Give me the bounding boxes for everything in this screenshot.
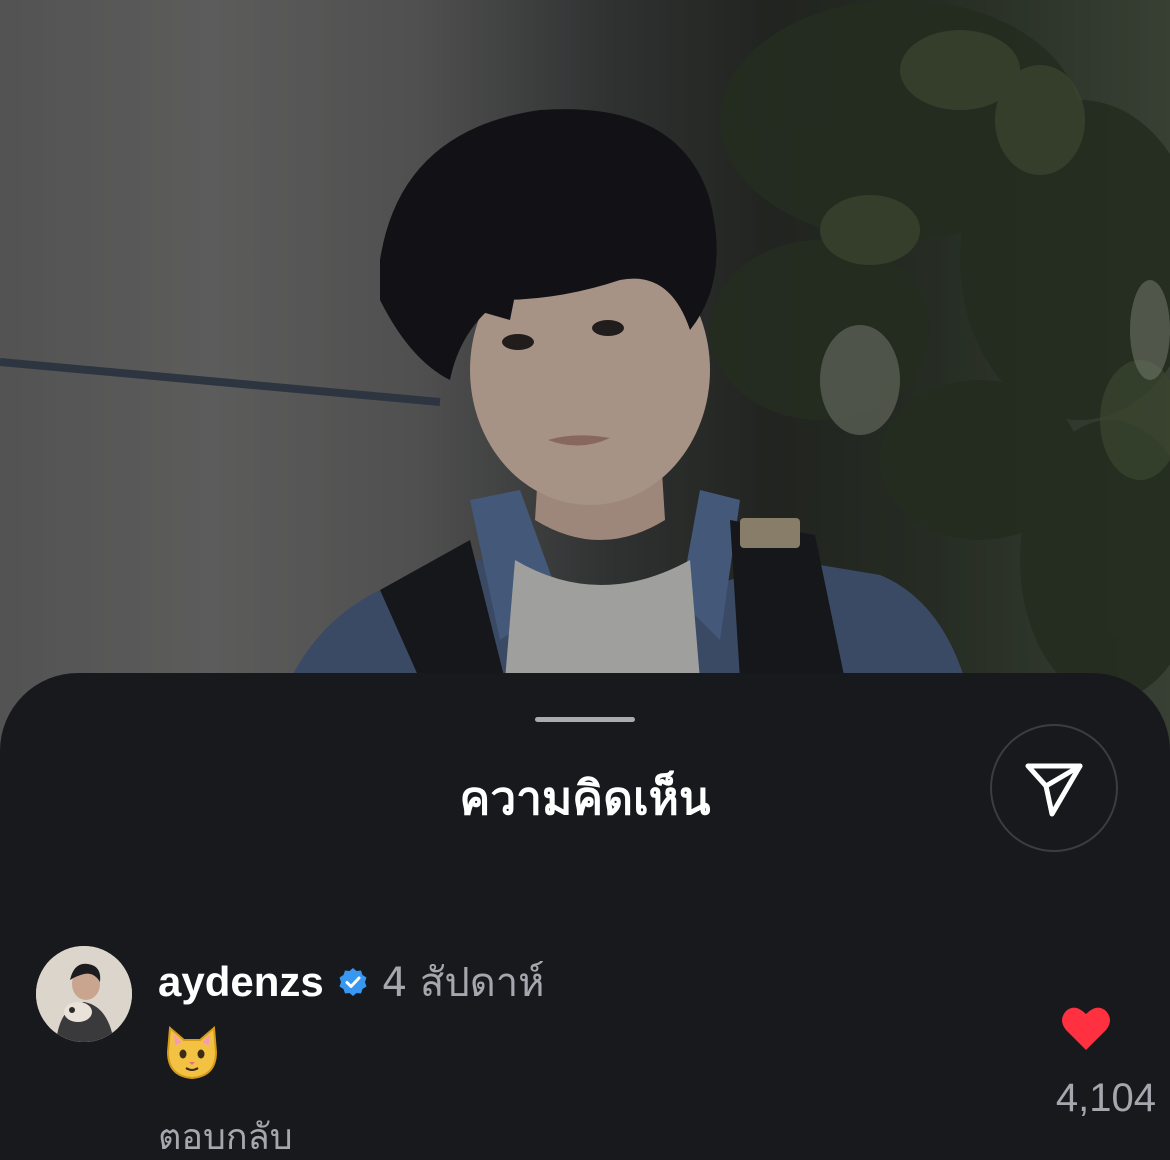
paper-plane-icon	[1025, 763, 1083, 817]
like-count: 4,104	[1055, 1076, 1156, 1120]
like-button[interactable]	[1060, 1004, 1112, 1052]
reply-button[interactable]: ตอบกลับ	[158, 1108, 293, 1160]
comment-header: aydenzs 4 สัปดาห์	[158, 954, 545, 1010]
post-photo	[0, 0, 1170, 760]
comment-timestamp: 4 สัปดาห์	[381, 960, 545, 1006]
avatar-image	[36, 946, 132, 1042]
avatar[interactable]	[36, 946, 132, 1042]
username[interactable]: aydenzs	[158, 958, 324, 1006]
comments-screen: ความคิดเห็น aydenzs 4 สัปดาห์ ตอบกลับ 4,…	[0, 0, 1170, 1160]
heart-icon	[1062, 1007, 1110, 1050]
sheet-grabber[interactable]	[535, 717, 635, 722]
share-button[interactable]	[990, 724, 1118, 852]
comment-item: aydenzs 4 สัปดาห์ ตอบกลับ 4,104	[36, 946, 1156, 1160]
photo-dim-overlay	[0, 0, 1170, 760]
verified-badge-icon	[338, 967, 368, 997]
cat-face-emoji	[162, 1022, 222, 1082]
